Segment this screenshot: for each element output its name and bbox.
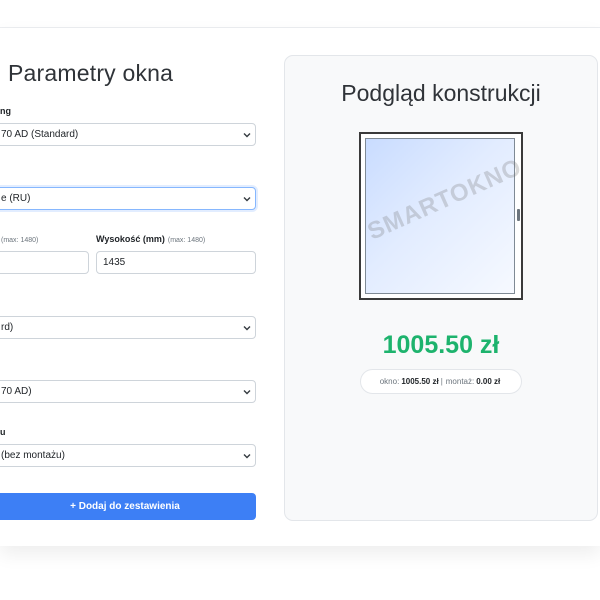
breakdown-separator: | xyxy=(440,377,443,386)
sill-select-value: 70 AD) xyxy=(1,386,32,397)
mounting-label: u xyxy=(0,427,6,437)
window-price-label: okno: xyxy=(379,377,400,386)
height-label-text: Wysokość (mm) xyxy=(96,234,165,244)
opening-select-value: e (RU) xyxy=(1,193,31,204)
preview-title: Podgląd konstrukcji xyxy=(341,80,541,106)
profile-label: ng xyxy=(0,106,11,116)
profile-select-value: 70 AD (Standard) xyxy=(1,129,79,140)
height-input[interactable]: 1435 xyxy=(96,251,256,274)
window-price-value: 1005.50 zł xyxy=(401,377,439,386)
mounting-select[interactable]: (bez montażu) xyxy=(0,444,256,467)
opening-select[interactable]: e (RU) xyxy=(0,187,256,210)
glass-select-value: rd) xyxy=(1,322,14,333)
height-max-hint: (max: 1480) xyxy=(167,237,206,244)
mount-price-value: 0.00 zł xyxy=(476,377,501,386)
width-label: (max: 1480) xyxy=(0,234,38,244)
width-input[interactable] xyxy=(0,251,89,274)
total-price: 1005.50 zł xyxy=(382,331,500,359)
mounting-select-value: (bez montażu) xyxy=(1,450,65,461)
chevron-down-icon xyxy=(239,188,255,209)
preview-panel: Podgląd konstrukcji SMARTOKNO 1005.50 zł… xyxy=(284,55,598,521)
glass-select[interactable]: rd) xyxy=(0,316,256,339)
panel-title: Parametry okna xyxy=(8,60,174,86)
window-handle-icon xyxy=(517,209,520,221)
height-label: Wysokość (mm) (max: 1480) xyxy=(96,234,205,244)
chevron-down-icon xyxy=(239,445,255,466)
width-max-hint: (max: 1480) xyxy=(1,237,39,244)
chevron-down-icon xyxy=(239,124,255,145)
sill-select[interactable]: 70 AD) xyxy=(0,380,256,403)
chevron-down-icon xyxy=(239,317,255,338)
add-to-summary-button[interactable]: + Dodaj do zestawienia xyxy=(0,493,256,520)
mount-price-label: montaż: xyxy=(445,377,475,386)
chevron-down-icon xyxy=(239,381,255,402)
price-breakdown: okno: 1005.50 zł | montaż: 0.00 zł xyxy=(360,369,522,394)
profile-select[interactable]: 70 AD (Standard) xyxy=(0,123,256,146)
